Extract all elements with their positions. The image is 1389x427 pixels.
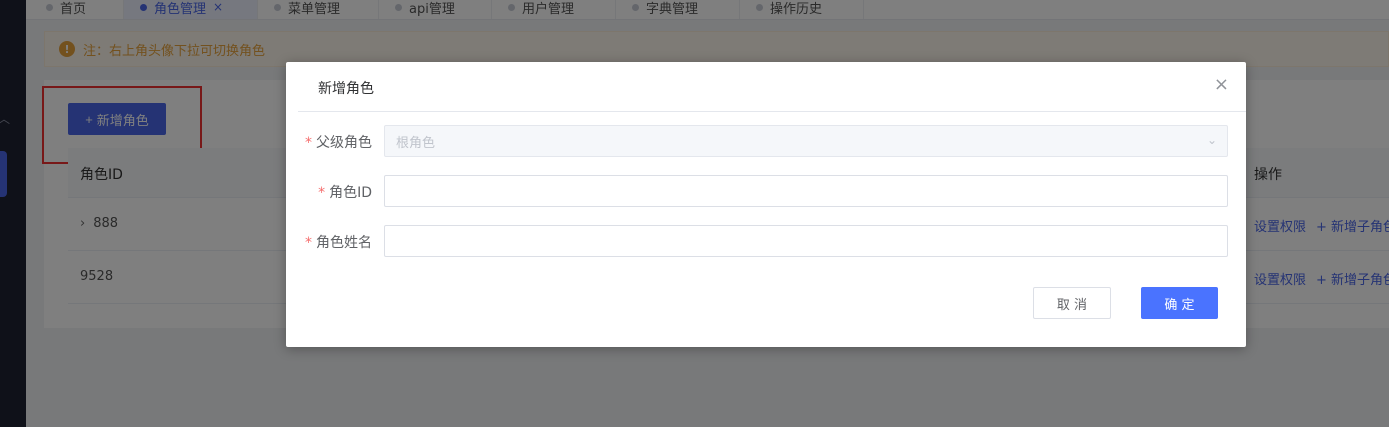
role-name-input[interactable] [384, 225, 1228, 257]
field-label-role-id: * 角色ID [318, 185, 372, 201]
confirm-button[interactable]: 确 定 [1141, 287, 1218, 319]
parent-role-select[interactable]: 根角色 ⌄ [384, 125, 1228, 157]
field-label-role-name: * 角色姓名 [305, 235, 372, 251]
dialog-header: 新增角色 [298, 62, 1246, 112]
field-label-parent-role: * 父级角色 [305, 135, 372, 151]
add-role-dialog: 新增角色 × * 父级角色 根角色 ⌄ * 角色ID * 角色姓名 取 消 确 定 [286, 62, 1246, 347]
form-row-role-name: * 角色姓名 [286, 225, 1246, 257]
dialog-title: 新增角色 [318, 81, 374, 97]
cancel-button[interactable]: 取 消 [1033, 287, 1111, 319]
chevron-down-icon: ⌄ [1206, 133, 1217, 147]
form-row-role-id: * 角色ID [286, 175, 1246, 207]
role-id-input[interactable] [384, 175, 1228, 207]
form-row-parent-role: * 父级角色 根角色 ⌄ [286, 125, 1246, 157]
close-icon[interactable]: × [1214, 74, 1229, 95]
